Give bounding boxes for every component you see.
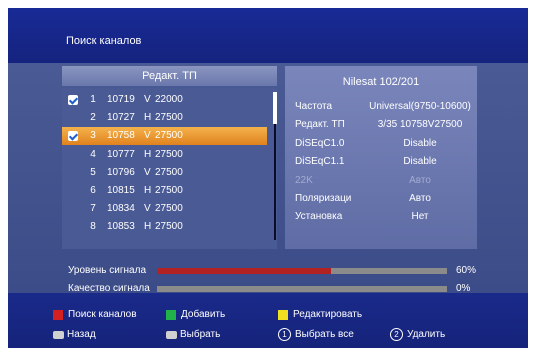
parameter-value: 3/35 10758V27500	[377, 119, 463, 131]
receiver-screen: Поиск каналов Редакт. ТП 1 10719 V 22000 2 10…	[8, 8, 528, 348]
scrollbar-thumb[interactable]	[273, 92, 277, 124]
transponder-symbol-rate: 27500	[155, 185, 183, 196]
transponder-frequency: 10719	[107, 94, 135, 105]
red-key-icon	[53, 310, 63, 320]
title-bar: Поиск каналов	[8, 8, 528, 63]
transponder-list: 1 10719 V 22000 2 10727 H 27500 3 10758 V 27500 4 107…	[62, 88, 277, 249]
transponder-polarization: V	[144, 130, 151, 142]
parameter-label: DiSEqC1.1	[295, 156, 345, 168]
parameter-row[interactable]: Частота Universal(9750-10600)	[295, 98, 477, 116]
parameter-label: Поляризаци	[295, 193, 352, 204]
transponder-row[interactable]: 5 10796 V 27500	[62, 164, 267, 182]
parameter-label: Редакт. ТП	[295, 119, 345, 131]
transponder-number: 1	[90, 94, 96, 105]
transponder-number: 8	[90, 221, 96, 233]
transponder-symbol-rate: 22000	[155, 94, 183, 105]
transponder-symbol-rate: 27500	[155, 112, 183, 124]
transponder-row[interactable]: 8 10853 H 27500	[62, 218, 267, 236]
key-1-icon: 1	[278, 328, 291, 341]
parameter-row[interactable]: DiSEqC1.0 Disable	[295, 135, 477, 153]
content-area: Редакт. ТП 1 10719 V 22000 2 10727 H 27500 3 1075…	[8, 63, 528, 294]
transponder-number: 4	[90, 148, 96, 160]
transponder-frequency: 10727	[107, 112, 135, 124]
transponder-symbol-rate: 27500	[155, 203, 183, 215]
transponder-details: Nilesat 102/201 Частота Universal(9750-10…	[285, 66, 477, 249]
parameter-value: Авто	[409, 193, 431, 204]
footer-hints: Поиск каналов Добавить Редактировать Наз…	[8, 293, 528, 348]
parameter-row[interactable]: Поляризаци Авто	[295, 190, 477, 208]
transponder-polarization: H	[144, 148, 152, 160]
transponder-polarization: H	[144, 185, 152, 196]
parameter-label: 22K	[295, 174, 313, 186]
parameter-label: DiSEqC1.0	[295, 137, 345, 149]
transponder-row[interactable]: 3 10758 V 27500	[62, 127, 267, 146]
transponder-row[interactable]: 4 10777 H 27500	[62, 146, 267, 164]
parameter-row: 22K Авто	[295, 172, 477, 190]
checkbox-checked-icon[interactable]	[68, 95, 78, 105]
green-key-icon	[166, 310, 176, 320]
parameter-label: Частота	[295, 101, 333, 112]
key-2-icon: 2	[390, 328, 403, 341]
transponder-polarization: V	[144, 166, 151, 178]
transponder-number: 6	[90, 185, 96, 196]
parameter-value: Disable	[403, 156, 437, 168]
transponder-frequency: 10758	[107, 130, 135, 142]
transponder-row[interactable]: 1 10719 V 22000	[62, 91, 267, 109]
parameter-row[interactable]: Редакт. ТП 3/35 10758V27500	[295, 116, 477, 134]
ok-key-icon	[166, 331, 177, 339]
page-title: Поиск каналов	[66, 35, 142, 47]
transponder-symbol-rate: 27500	[155, 221, 183, 233]
transponder-symbol-rate: 27500	[155, 130, 183, 142]
exit-key-icon	[53, 331, 64, 339]
transponder-number: 2	[90, 112, 96, 124]
transponder-polarization: H	[144, 221, 152, 233]
transponder-polarization: H	[144, 112, 152, 124]
signal-level-fill	[157, 268, 331, 274]
parameter-row[interactable]: DiSEqC1.1 Disable	[295, 153, 477, 171]
transponder-frequency: 10796	[107, 166, 135, 178]
transponder-frequency: 10815	[107, 185, 135, 196]
parameter-row[interactable]: Установка Нет	[295, 208, 477, 226]
transponder-number: 3	[90, 130, 96, 142]
transponder-polarization: V	[144, 94, 151, 105]
yellow-key-icon	[278, 310, 288, 320]
checkbox-checked-icon[interactable]	[68, 131, 78, 142]
signal-level-bar	[157, 268, 447, 274]
transponder-polarization: V	[144, 203, 151, 215]
transponder-frequency: 10777	[107, 148, 135, 160]
signal-level-label: Уровень сигнала	[68, 265, 147, 276]
transponder-symbol-rate: 27500	[155, 148, 183, 160]
transponder-row[interactable]: 7 10834 V 27500	[62, 200, 267, 218]
signal-quality-bar	[157, 286, 447, 292]
transponder-frequency: 10853	[107, 221, 135, 233]
transponder-number: 5	[90, 166, 96, 178]
parameter-value: Disable	[403, 137, 437, 149]
parameter-label: Установка	[295, 211, 343, 223]
transponder-row[interactable]: 6 10815 H 27500	[62, 182, 267, 200]
transponder-symbol-rate: 27500	[155, 166, 183, 178]
transponder-number: 7	[90, 203, 96, 215]
signal-level-value: 60%	[456, 265, 477, 276]
transponder-frequency: 10834	[107, 203, 135, 215]
transponder-list-title: Редакт. ТП	[62, 66, 277, 86]
parameter-value: Universal(9750-10600)	[369, 101, 471, 112]
satellite-name: Nilesat 102/201	[342, 76, 420, 88]
parameter-value: Нет	[411, 211, 429, 223]
parameter-value: Авто	[409, 174, 431, 186]
transponder-row[interactable]: 2 10727 H 27500	[62, 109, 267, 127]
